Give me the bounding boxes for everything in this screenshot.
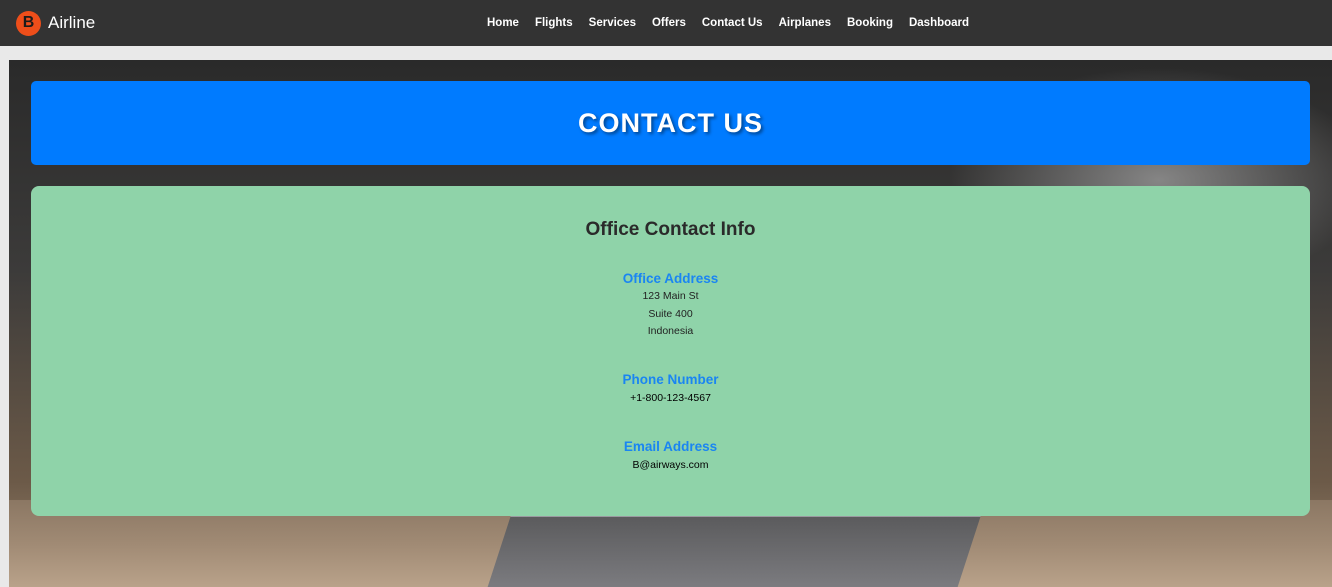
phone-number-label: Phone Number (622, 372, 719, 387)
top-navbar: B Airline Home Flights Services Offers C… (0, 0, 1332, 46)
address-line: Suite 400 (648, 307, 693, 320)
nav-services[interactable]: Services (589, 17, 636, 29)
contact-banner: CONTACT US (31, 81, 1310, 165)
phone-section: Phone Number +1-800-123-4567 (31, 371, 1310, 408)
nav-links: Home Flights Services Offers Contact Us … (487, 15, 969, 31)
address-line: 123 Main St (642, 290, 699, 302)
airline-logo-icon: B (16, 10, 41, 36)
nav-offers[interactable]: Offers (652, 17, 686, 29)
phone-number-value: +1-800-123-4567 (630, 392, 711, 404)
nav-dashboard[interactable]: Dashboard (909, 17, 969, 29)
address-line: Indonesia (647, 325, 694, 337)
nav-flights[interactable]: Flights (535, 17, 573, 29)
email-address-value: B@airways.com (632, 459, 709, 471)
contact-info-card: Office Contact Info Office Address 123 M… (31, 186, 1310, 516)
nav-booking[interactable]: Booking (847, 17, 893, 29)
page-title: CONTACT US (578, 107, 763, 138)
office-address-section: Office Address 123 Main St Suite 400 Ind… (31, 270, 1310, 341)
brand-link[interactable]: B Airline (16, 10, 96, 36)
nav-contact-us[interactable]: Contact Us (702, 17, 763, 29)
laptop-shape (486, 515, 982, 587)
nav-home[interactable]: Home (487, 17, 519, 29)
brand-name: Airline (48, 13, 96, 32)
email-address-label: Email Address (623, 439, 718, 454)
office-address-label: Office Address (622, 271, 719, 286)
email-section: Email Address B@airways.com (31, 438, 1310, 475)
contact-heading: Office Contact Info (585, 219, 756, 240)
nav-airplanes[interactable]: Airplanes (779, 17, 831, 29)
